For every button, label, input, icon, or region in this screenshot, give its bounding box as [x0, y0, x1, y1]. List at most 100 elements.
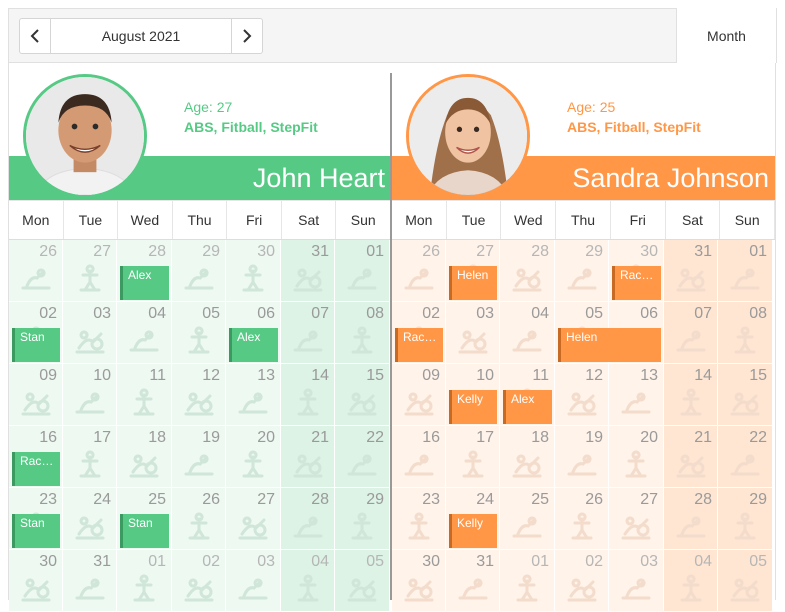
view-switcher-month[interactable]: Month [676, 8, 777, 63]
day-cell[interactable]: 29 [718, 488, 773, 550]
appointment[interactable]: Alex [229, 328, 278, 362]
day-cell[interactable]: 04 [664, 550, 718, 612]
day-cell[interactable]: 26 [172, 488, 226, 550]
day-cell[interactable]: 31 [664, 240, 718, 302]
appointment[interactable]: Alex [120, 266, 169, 300]
day-cell[interactable]: 31 [281, 240, 335, 302]
day-cell[interactable]: 10 [63, 364, 117, 426]
day-cell[interactable]: 01 [718, 240, 773, 302]
appointment[interactable]: Stan [12, 514, 60, 548]
day-cell[interactable]: 12 [555, 364, 609, 426]
day-cell[interactable]: 17 [446, 426, 500, 488]
day-number: 31 [476, 553, 494, 570]
day-cell[interactable]: 01 [500, 550, 555, 612]
appointment[interactable]: Stan [120, 514, 169, 548]
weekday-label: Mon [9, 201, 64, 239]
day-cell[interactable]: 09 [9, 364, 63, 426]
day-cell[interactable]: 14 [281, 364, 335, 426]
day-cell[interactable]: 13 [609, 364, 664, 426]
day-number: 27 [640, 491, 658, 508]
day-number: 11 [149, 367, 166, 384]
day-number: 22 [366, 429, 384, 446]
day-cell[interactable]: 11 [117, 364, 172, 426]
day-cell[interactable]: 26 [392, 240, 446, 302]
day-cell[interactable]: 04 [500, 302, 555, 364]
day-number: 05 [366, 553, 384, 570]
day-cell[interactable]: 27 [226, 488, 281, 550]
day-cell[interactable]: 02 [555, 550, 609, 612]
day-cell[interactable]: 28 [664, 488, 718, 550]
day-cell[interactable]: 29 [172, 240, 226, 302]
day-cell[interactable]: 07 [281, 302, 335, 364]
day-cell[interactable]: 30 [226, 240, 281, 302]
day-cell[interactable]: 18 [500, 426, 555, 488]
day-cell[interactable]: 07 [664, 302, 718, 364]
day-cell[interactable]: 02 [172, 550, 226, 612]
appointment[interactable]: Helen [449, 266, 497, 300]
day-cell[interactable]: 21 [664, 426, 718, 488]
day-cell[interactable]: 12 [172, 364, 226, 426]
appointment[interactable]: Rac… [12, 452, 60, 486]
day-cell[interactable]: 05 [172, 302, 226, 364]
day-cell[interactable]: 01 [117, 550, 172, 612]
day-cell[interactable]: 01 [335, 240, 390, 302]
day-number: 16 [422, 429, 440, 446]
day-cell[interactable]: 19 [555, 426, 609, 488]
day-cell[interactable]: 15 [718, 364, 773, 426]
day-cell[interactable]: 15 [335, 364, 390, 426]
day-cell[interactable]: 08 [335, 302, 390, 364]
day-number: 08 [749, 305, 767, 322]
day-cell[interactable]: 18 [117, 426, 172, 488]
day-cell[interactable]: 09 [392, 364, 446, 426]
day-cell[interactable]: 21 [281, 426, 335, 488]
day-cell[interactable]: 05 [718, 550, 773, 612]
appointment[interactable]: Helen [558, 328, 661, 362]
appointment[interactable]: Stan [12, 328, 60, 362]
day-cell[interactable]: 03 [446, 302, 500, 364]
appointment[interactable]: Rac… [612, 266, 661, 300]
day-cell[interactable]: 31 [446, 550, 500, 612]
day-cell[interactable]: 05 [335, 550, 390, 612]
day-cell[interactable]: 27 [609, 488, 664, 550]
day-cell[interactable]: 03 [226, 550, 281, 612]
weekday-label: Tue [64, 201, 119, 239]
day-cell[interactable]: 31 [63, 550, 117, 612]
appointment[interactable]: Rac… [395, 328, 443, 362]
day-cell[interactable]: 13 [226, 364, 281, 426]
date-navigator-button[interactable]: August 2021 [50, 18, 232, 54]
appointment[interactable]: Kelly [449, 514, 497, 548]
day-cell[interactable]: 16 [392, 426, 446, 488]
appointment[interactable]: Kelly [449, 390, 497, 424]
day-cell[interactable]: 04 [281, 550, 335, 612]
day-cell[interactable]: 17 [63, 426, 117, 488]
appointment[interactable]: Alex [503, 390, 552, 424]
day-number: 02 [39, 305, 57, 322]
day-cell[interactable]: 30 [392, 550, 446, 612]
day-cell[interactable]: 14 [664, 364, 718, 426]
day-cell[interactable]: 08 [718, 302, 773, 364]
next-button[interactable] [231, 18, 263, 54]
day-cell[interactable]: 22 [335, 426, 390, 488]
day-cell[interactable]: 23 [392, 488, 446, 550]
day-cell[interactable]: 29 [335, 488, 390, 550]
situp-icon [512, 330, 542, 352]
day-cell[interactable]: 30 [9, 550, 63, 612]
day-cell[interactable]: 27 [63, 240, 117, 302]
day-number: 19 [202, 429, 220, 446]
previous-button[interactable] [19, 18, 51, 54]
day-number: 20 [257, 429, 275, 446]
day-cell[interactable]: 03 [63, 302, 117, 364]
day-cell[interactable]: 28 [500, 240, 555, 302]
day-cell[interactable]: 24 [63, 488, 117, 550]
day-cell[interactable]: 22 [718, 426, 773, 488]
day-cell[interactable]: 20 [226, 426, 281, 488]
day-cell[interactable]: 19 [172, 426, 226, 488]
day-cell[interactable]: 04 [117, 302, 172, 364]
day-cell[interactable]: 03 [609, 550, 664, 612]
day-cell[interactable]: 20 [609, 426, 664, 488]
day-cell[interactable]: 26 [555, 488, 609, 550]
day-cell[interactable]: 25 [500, 488, 555, 550]
day-cell[interactable]: 29 [555, 240, 609, 302]
day-cell[interactable]: 28 [281, 488, 335, 550]
day-cell[interactable]: 26 [9, 240, 63, 302]
